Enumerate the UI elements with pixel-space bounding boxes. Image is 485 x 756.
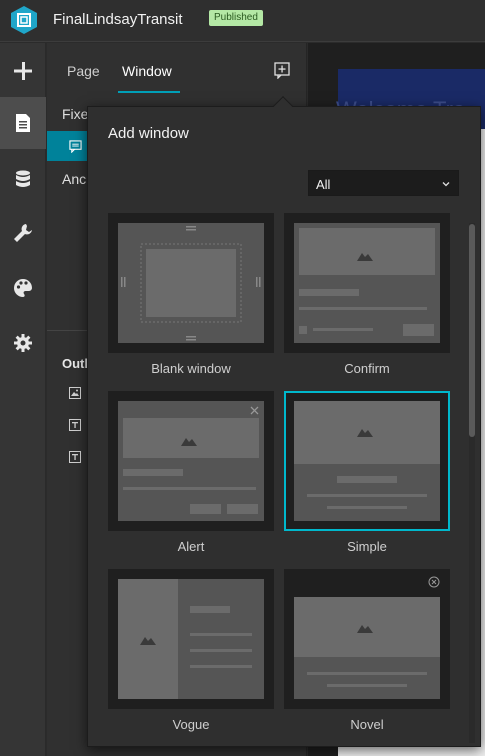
- active-tab-indicator: [118, 91, 180, 93]
- template-alert[interactable]: [108, 391, 274, 531]
- selected-window-row[interactable]: [47, 131, 89, 161]
- app-title: FinalLindsayTransit: [53, 11, 183, 28]
- template-label: Vogue: [172, 717, 210, 732]
- template-vogue[interactable]: [108, 569, 274, 709]
- anchored-windows-label: Anc: [62, 171, 87, 187]
- insert-widget-button[interactable]: [0, 45, 46, 97]
- scrollbar-thumb[interactable]: [469, 224, 475, 437]
- experience-builder-logo-icon[interactable]: [9, 5, 39, 35]
- database-icon: [16, 170, 30, 187]
- wrench-icon: [14, 224, 32, 242]
- theme-button[interactable]: [0, 262, 46, 314]
- add-window-popover: Add window All Blank window Confirm Aler…: [87, 96, 481, 747]
- novel-thumbnail: [294, 576, 440, 699]
- text-icon[interactable]: [69, 419, 81, 431]
- template-blank-window[interactable]: [108, 213, 274, 353]
- popover-title: Add window: [108, 125, 189, 142]
- template-label: Blank window: [151, 361, 231, 376]
- chevron-down-icon: [442, 182, 450, 187]
- top-bar: FinalLindsayTransit Published: [0, 0, 485, 42]
- status-badge: Published: [209, 10, 263, 26]
- plus-icon: [14, 62, 32, 80]
- text-icon[interactable]: [69, 451, 81, 463]
- template-filter-select[interactable]: All: [308, 170, 459, 196]
- template-novel[interactable]: [284, 569, 450, 709]
- vogue-thumbnail: [118, 579, 264, 699]
- tab-page[interactable]: Page: [67, 63, 100, 79]
- template-label: Confirm: [344, 361, 390, 376]
- message-icon: [69, 140, 82, 153]
- confirm-thumbnail: [294, 223, 440, 343]
- tab-window[interactable]: Window: [122, 63, 172, 79]
- page-icon: [16, 114, 30, 132]
- data-button[interactable]: [0, 153, 46, 205]
- widget-settings-button[interactable]: [0, 207, 46, 259]
- template-label: Simple: [347, 539, 387, 554]
- filter-value: All: [316, 177, 331, 192]
- template-confirm[interactable]: [284, 213, 450, 353]
- fixed-windows-label: Fixe: [62, 106, 89, 122]
- template-label: Alert: [177, 539, 205, 554]
- app-settings-button[interactable]: [0, 317, 46, 369]
- add-window-button[interactable]: [273, 61, 291, 79]
- template-simple[interactable]: [284, 391, 450, 531]
- palette-icon: [14, 279, 32, 297]
- gear-icon: [14, 334, 32, 352]
- simple-thumbnail: [294, 401, 440, 521]
- image-icon[interactable]: [69, 387, 81, 399]
- blank-window-thumbnail: [118, 223, 264, 343]
- left-rail: [0, 43, 46, 756]
- outline-title: Outl: [62, 356, 88, 371]
- page-button[interactable]: [0, 97, 46, 149]
- alert-thumbnail: [118, 401, 264, 521]
- template-label: Novel: [350, 717, 384, 732]
